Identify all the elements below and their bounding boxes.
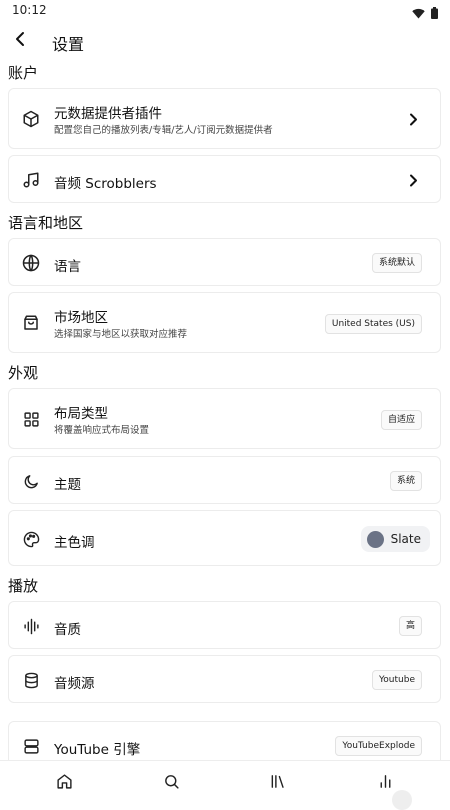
item-title: 市场地区 (54, 310, 108, 326)
database-icon (21, 670, 41, 690)
item-title: 音频源 (54, 676, 95, 692)
audio-quality-value-badge: 高 (398, 616, 422, 636)
section-header-account: 账户 (8, 64, 39, 82)
layout-value-badge: 自适应 (380, 410, 422, 430)
bottom-navigation (0, 760, 450, 801)
status-time: 10:12 (12, 3, 47, 17)
accent-color-item[interactable]: 主色调 Slate (8, 510, 441, 566)
globe-icon (21, 253, 41, 273)
market-region-item[interactable]: 市场地区 选择国家与地区以获取对应推荐 United States (US) (8, 292, 441, 353)
item-title: 音频 Scrobblers (54, 176, 157, 192)
floating-button-edge[interactable] (392, 790, 412, 810)
scrobblers-item[interactable]: 音频 Scrobblers (8, 155, 441, 203)
item-title: 音质 (54, 622, 81, 638)
battery-icon (431, 4, 438, 23)
moon-icon (21, 471, 41, 491)
theme-value-badge: 系统 (389, 471, 422, 491)
section-header-appearance: 外观 (8, 364, 39, 382)
grid-icon (21, 409, 41, 429)
metadata-plugins-item[interactable]: 元数据提供者插件 配置您自己的播放列表/专辑/艺人/订阅元数据提供者 (8, 88, 441, 149)
layout-type-item[interactable]: 布局类型 将覆盖响应式布局设置 自适应 (8, 388, 441, 449)
status-bar: 10:12 (0, 0, 450, 22)
audio-source-value-badge: Youtube (372, 670, 422, 690)
accent-color-label: Slate (390, 532, 421, 546)
item-title: 元数据提供者插件 (54, 106, 162, 122)
music-note-icon (21, 170, 41, 190)
theme-item[interactable]: 主题 系统 (8, 456, 441, 504)
chevron-right-icon (406, 173, 420, 187)
palette-icon (21, 529, 41, 549)
item-title: 主色调 (54, 535, 95, 551)
audio-wave-icon (21, 616, 41, 636)
cube-icon (21, 109, 41, 129)
wifi-icon (412, 4, 425, 23)
item-title: 语言 (54, 259, 81, 275)
item-title: 主题 (54, 477, 81, 493)
page-title: 设置 (52, 35, 85, 54)
library-icon[interactable] (269, 772, 287, 790)
chevron-right-icon (406, 112, 420, 126)
section-header-language-region: 语言和地区 (8, 214, 84, 232)
home-icon[interactable] (55, 772, 73, 790)
search-icon[interactable] (162, 772, 180, 790)
accent-color-swatch (366, 530, 384, 548)
item-subtitle: 配置您自己的播放列表/专辑/艺人/订阅元数据提供者 (54, 125, 273, 136)
item-title: YouTube 引擎 (54, 742, 141, 758)
app-bar: 设置 (0, 26, 450, 58)
youtube-engine-value-badge: YouTubeExplode (335, 736, 422, 756)
item-title: 布局类型 (54, 406, 108, 422)
status-icons (412, 4, 438, 23)
back-button[interactable] (8, 28, 32, 54)
language-value-badge: 系统默认 (371, 253, 422, 273)
accent-color-select[interactable]: Slate (360, 526, 430, 552)
audio-quality-item[interactable]: 音质 高 (8, 601, 441, 649)
section-header-playback: 播放 (8, 577, 39, 595)
language-item[interactable]: 语言 系统默认 (8, 238, 441, 286)
server-icon (21, 736, 41, 756)
stats-icon[interactable] (376, 772, 394, 790)
market-value-badge: United States (US) (324, 314, 422, 334)
back-arrow-icon (14, 31, 26, 51)
audio-source-item[interactable]: 音频源 Youtube (8, 655, 441, 703)
item-subtitle: 将覆盖响应式布局设置 (54, 425, 150, 436)
item-subtitle: 选择国家与地区以获取对应推荐 (54, 329, 188, 340)
shopping-bag-icon (21, 313, 41, 333)
